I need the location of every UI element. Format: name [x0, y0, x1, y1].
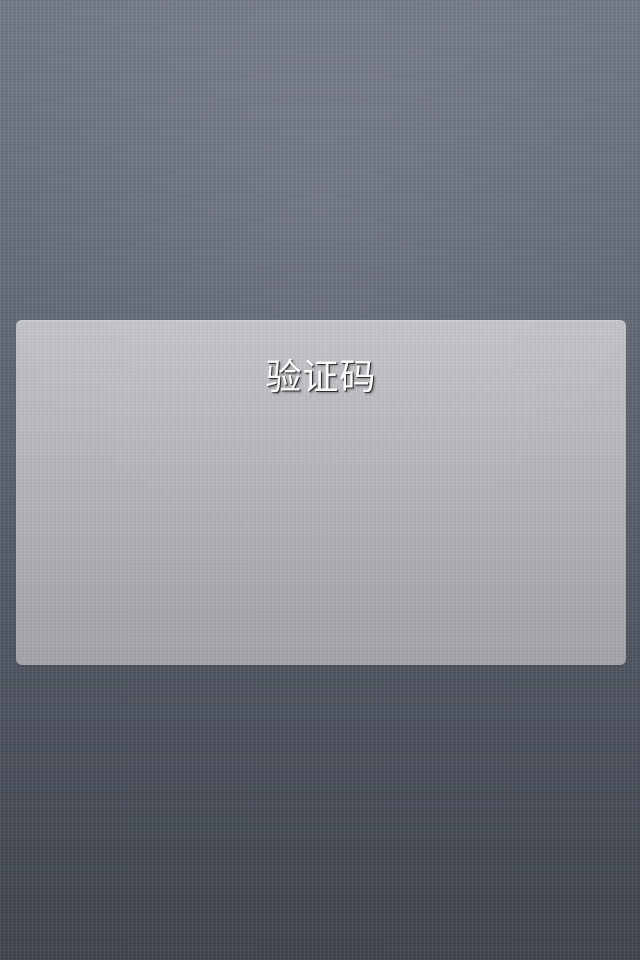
screen-background: 验证码: [0, 0, 640, 960]
panel-title: 验证码: [265, 357, 377, 398]
verification-panel: 验证码: [16, 320, 626, 665]
